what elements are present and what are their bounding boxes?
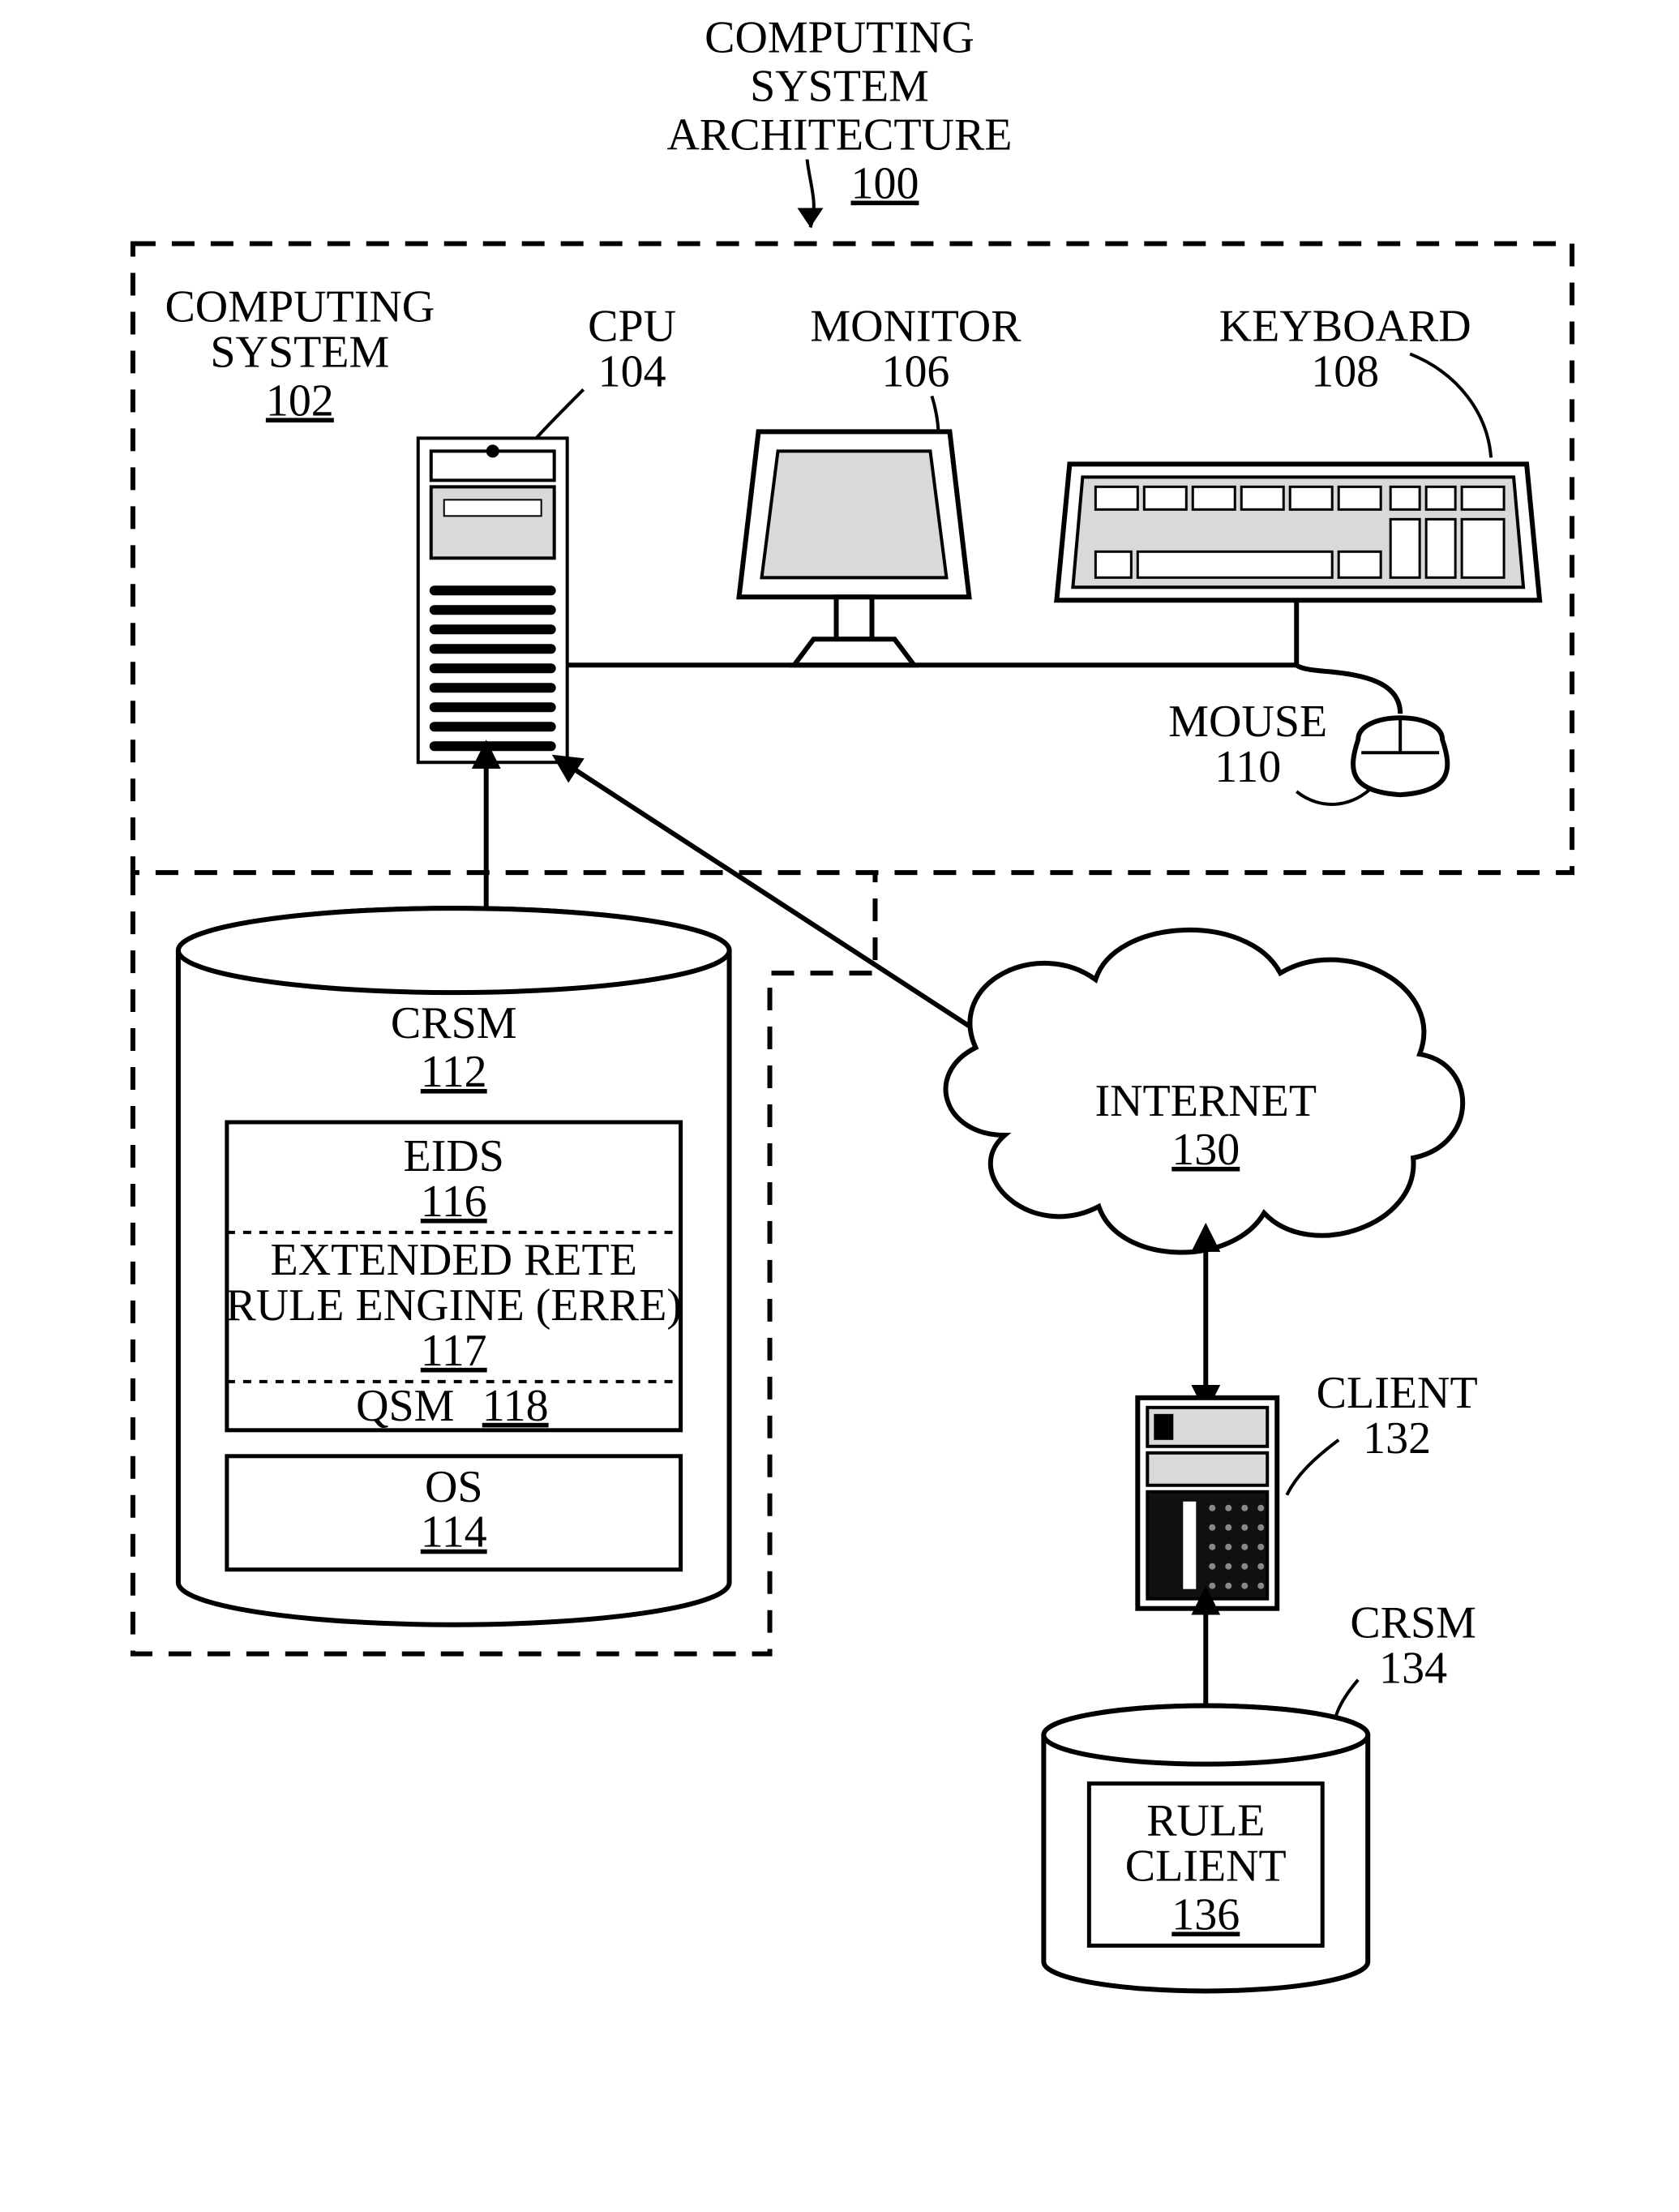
client-icon bbox=[1137, 1398, 1277, 1609]
svg-text:130: 130 bbox=[1171, 1125, 1240, 1175]
computing-system-label: COMPUTING SYSTEM 102 bbox=[165, 281, 435, 426]
monitor-icon bbox=[739, 431, 970, 665]
svg-text:COMPUTING: COMPUTING bbox=[165, 281, 435, 332]
internet-cloud: INTERNET 130 bbox=[946, 930, 1463, 1253]
cpu-icon bbox=[418, 438, 568, 762]
svg-text:OS: OS bbox=[425, 1462, 483, 1512]
svg-text:CLIENT: CLIENT bbox=[1317, 1368, 1478, 1418]
svg-text:114: 114 bbox=[421, 1507, 487, 1558]
crsm2-cylinder: RULE CLIENT 136 bbox=[1043, 1706, 1368, 1991]
client-label: CLIENT 132 bbox=[1287, 1368, 1477, 1495]
svg-text:136: 136 bbox=[1171, 1890, 1240, 1940]
svg-text:RULE: RULE bbox=[1146, 1796, 1265, 1846]
mouse-label: MOUSE 110 bbox=[1168, 697, 1374, 804]
svg-text:MOUSE: MOUSE bbox=[1168, 697, 1327, 747]
svg-text:108: 108 bbox=[1311, 346, 1379, 397]
svg-text:CRSM: CRSM bbox=[391, 998, 517, 1048]
title-ref: 100 bbox=[850, 159, 919, 209]
svg-text:110: 110 bbox=[1214, 742, 1281, 792]
svg-text:INTERNET: INTERNET bbox=[1095, 1076, 1317, 1126]
svg-text:102: 102 bbox=[266, 375, 334, 426]
svg-text:MONITOR: MONITOR bbox=[810, 301, 1022, 351]
keyboard-label: KEYBOARD 108 bbox=[1219, 301, 1491, 457]
title-line1: COMPUTING bbox=[705, 13, 974, 63]
title-line3: ARCHITECTURE bbox=[667, 110, 1013, 161]
svg-text:QSM: QSM bbox=[356, 1381, 454, 1431]
svg-text:EXTENDED RETE: EXTENDED RETE bbox=[271, 1235, 637, 1285]
svg-text:104: 104 bbox=[598, 346, 666, 397]
title-line2: SYSTEM bbox=[750, 62, 929, 112]
svg-text:134: 134 bbox=[1379, 1644, 1447, 1694]
svg-text:112: 112 bbox=[421, 1047, 487, 1097]
svg-text:CPU: CPU bbox=[588, 301, 676, 351]
architecture-diagram: COMPUTING SYSTEM ARCHITECTURE 100 COMPUT… bbox=[0, 0, 1679, 2212]
svg-text:SYSTEM: SYSTEM bbox=[210, 327, 389, 377]
crsm-cylinder: CRSM 112 EIDS 116 EXTENDED RETE RULE ENG… bbox=[178, 908, 730, 1625]
svg-text:132: 132 bbox=[1363, 1413, 1431, 1464]
svg-text:117: 117 bbox=[421, 1326, 487, 1376]
svg-text:CLIENT: CLIENT bbox=[1125, 1841, 1287, 1892]
svg-text:CRSM: CRSM bbox=[1350, 1598, 1476, 1648]
svg-text:106: 106 bbox=[881, 346, 949, 397]
svg-text:EIDS: EIDS bbox=[404, 1131, 504, 1181]
diagram-title: COMPUTING SYSTEM ARCHITECTURE 100 bbox=[667, 13, 1013, 228]
svg-text:116: 116 bbox=[421, 1177, 487, 1227]
svg-text:KEYBOARD: KEYBOARD bbox=[1219, 301, 1471, 351]
svg-text:RULE ENGINE (ERRE): RULE ENGINE (ERRE) bbox=[225, 1280, 682, 1331]
svg-text:118: 118 bbox=[482, 1381, 549, 1431]
keyboard-icon bbox=[1056, 464, 1540, 665]
